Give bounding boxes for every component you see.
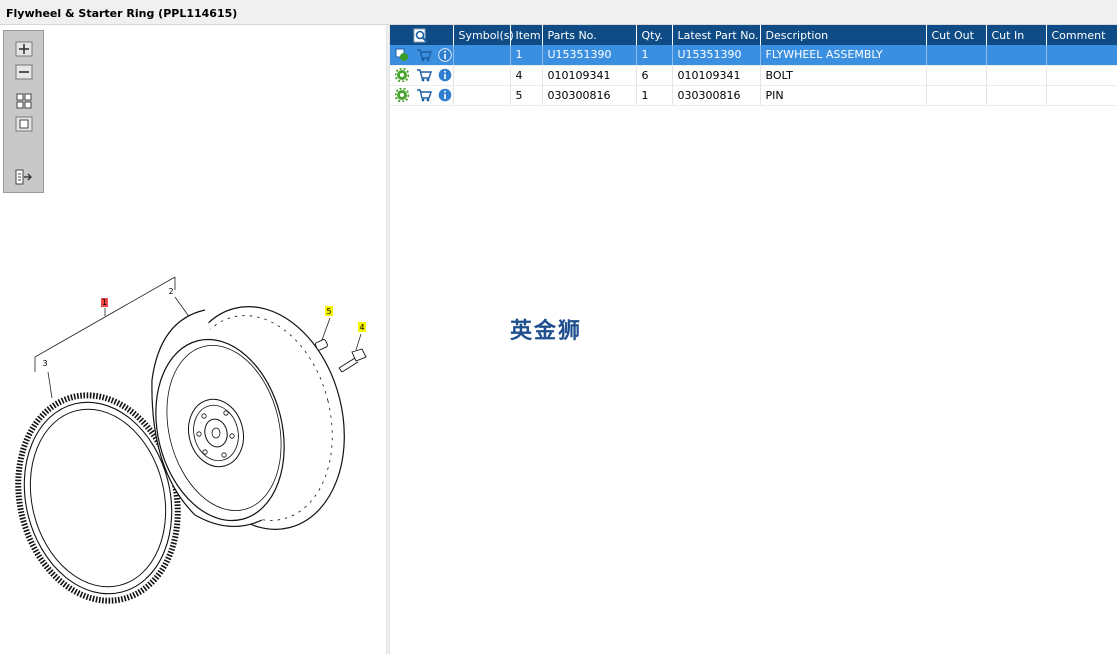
cell-description: BOLT [760,65,927,86]
callout-2: 2 [168,287,173,296]
cell-cut-out [926,85,987,106]
cell-qty: 1 [636,45,673,66]
info-icon[interactable] [438,48,452,62]
table-row[interactable]: 4 010109341 6 010109341 BOLT [390,65,1117,86]
cell-qty: 6 [636,65,673,86]
cell-cut-in [986,85,1047,106]
callout-5: 5 [326,307,331,316]
info-icon[interactable] [438,88,452,102]
cell-parts-no: 010109341 [542,65,637,86]
gear-icon[interactable] [395,88,409,102]
cell-item: 1 [510,45,543,66]
column-header-item[interactable]: Item [510,25,543,45]
column-header-cut-in[interactable]: Cut In [986,25,1047,45]
column-header-qty[interactable]: Qty. [636,25,673,45]
info-icon[interactable] [438,68,452,82]
cell-symbols [453,45,511,66]
cell-cut-out [926,65,987,86]
table-row[interactable]: 5 030300816 1 030300816 PIN [390,85,1117,106]
callout-4: 4 [359,323,364,332]
cell-item: 5 [510,85,543,106]
fit-window-icon[interactable] [15,116,33,132]
column-header-cut-out[interactable]: Cut Out [926,25,987,45]
table-header-row: Symbol(s) Item Parts No. Qty. Latest Par… [390,25,1117,45]
add-to-cart-icon[interactable] [416,48,432,62]
assembly-icon[interactable] [395,48,409,62]
zoom-out-icon[interactable] [15,64,33,80]
cell-symbols [453,65,511,86]
column-header-actions[interactable] [390,25,454,45]
column-header-parts-no[interactable]: Parts No. [542,25,637,45]
zoom-toolbox [3,30,44,193]
cell-comment [1046,65,1117,86]
cell-cut-in [986,65,1047,86]
row-actions [390,65,454,86]
fit-all-icon[interactable] [15,93,33,109]
title-bar: Flywheel & Starter Ring (PPL114615) [0,0,1117,25]
export-view-icon[interactable] [15,169,33,185]
exploded-view-drawing[interactable]: 1 2 3 4 5 [0,25,386,654]
cell-comment [1046,85,1117,106]
cell-cut-out [926,45,987,66]
watermark-text: 英金狮 [510,319,583,344]
cell-parts-no: 030300816 [542,85,637,106]
column-header-latest-part-no[interactable]: Latest Part No. [672,25,761,45]
callout-3: 3 [42,359,47,368]
find-part-icon[interactable] [413,28,429,43]
cell-cut-in [986,45,1047,66]
column-header-symbols[interactable]: Symbol(s) [453,25,514,45]
zoom-in-icon[interactable] [15,41,33,57]
row-actions [390,45,454,66]
cell-symbols [453,85,511,106]
cell-comment [1046,45,1117,66]
column-header-comment[interactable]: Comment [1046,25,1117,45]
cell-description: FLYWHEEL ASSEMBLY [760,45,927,66]
gear-icon[interactable] [395,68,409,82]
cell-parts-no: U15351390 [542,45,637,66]
cell-latest-part-no: 030300816 [672,85,761,106]
cell-item: 4 [510,65,543,86]
callout-1: 1 [102,298,107,307]
cell-qty: 1 [636,85,673,106]
window-title: Flywheel & Starter Ring (PPL114615) [6,7,238,20]
table-row[interactable]: 1 U15351390 1 U15351390 FLYWHEEL ASSEMBL… [390,45,1117,66]
bolt-part [338,348,367,373]
parts-list-pane: Symbol(s) Item Parts No. Qty. Latest Par… [390,25,1117,654]
column-header-description[interactable]: Description [760,25,927,45]
parts-table: Symbol(s) Item Parts No. Qty. Latest Par… [390,25,1117,106]
cell-latest-part-no: 010109341 [672,65,761,86]
drawing-pane[interactable]: 1 2 3 4 5 [0,25,386,654]
add-to-cart-icon[interactable] [416,88,432,102]
cell-latest-part-no: U15351390 [672,45,761,66]
add-to-cart-icon[interactable] [416,68,432,82]
row-actions [390,85,454,106]
cell-description: PIN [760,85,927,106]
